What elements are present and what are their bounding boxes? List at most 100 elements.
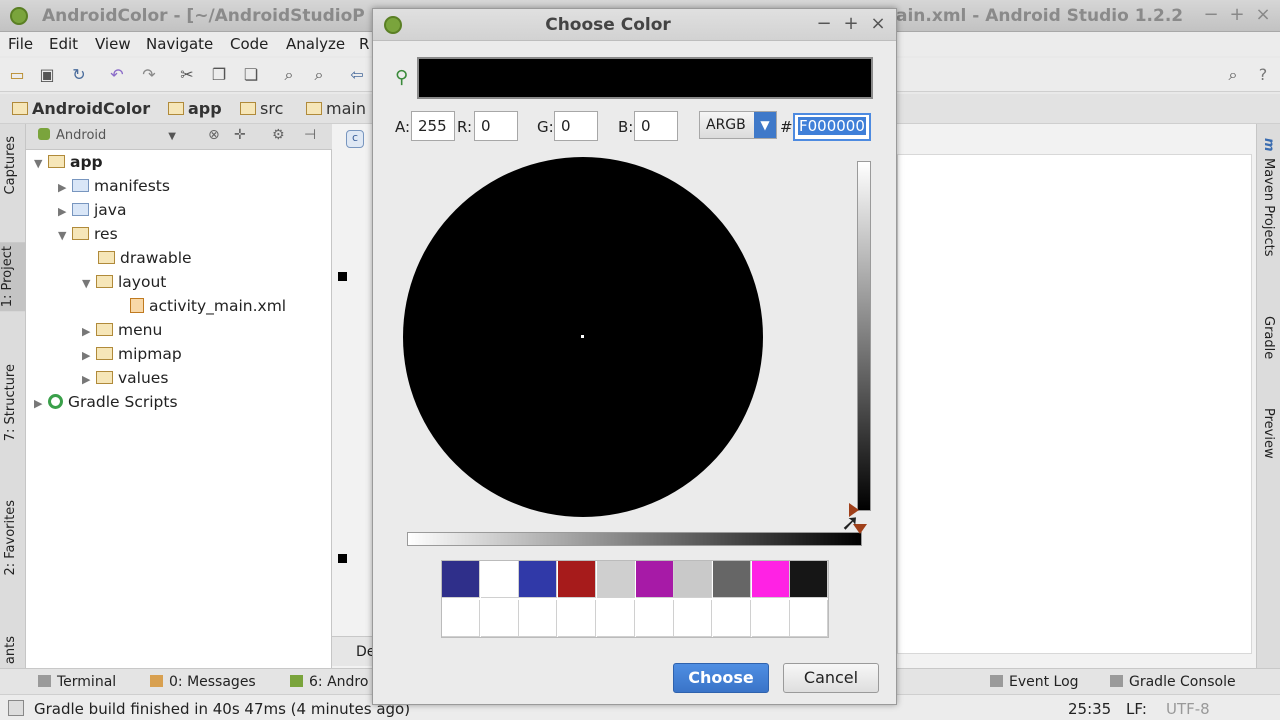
close-icon[interactable]: × <box>1252 4 1274 26</box>
redo-icon[interactable]: ↷ <box>140 66 158 84</box>
color-swatch[interactable] <box>674 561 713 598</box>
event-log-tab[interactable]: Event Log <box>990 674 1079 690</box>
tree-item-menu[interactable]: ▶ menu <box>82 321 162 339</box>
chevron-right-icon[interactable]: ▶ <box>82 373 96 386</box>
chevron-down-icon[interactable]: ▼ <box>754 112 776 138</box>
caret-position[interactable]: 25:35 <box>1068 700 1111 718</box>
undo-icon[interactable]: ↶ <box>108 66 126 84</box>
minimize-icon[interactable]: − <box>1200 4 1222 26</box>
green-field[interactable] <box>554 111 598 141</box>
color-swatch[interactable] <box>712 561 751 598</box>
hide-icon[interactable]: ⊣ <box>304 127 316 143</box>
menu-file[interactable]: File <box>8 35 33 53</box>
gear-icon[interactable]: ⚙ <box>272 127 285 143</box>
brightness-slider[interactable] <box>857 161 871 511</box>
chevron-right-icon[interactable]: ▶ <box>34 397 48 410</box>
color-swatch[interactable] <box>519 599 558 637</box>
color-swatch[interactable] <box>442 599 480 637</box>
tree-item-gradle-scripts[interactable]: ▶ Gradle Scripts <box>34 393 178 411</box>
chevron-right-icon[interactable]: ▶ <box>82 325 96 338</box>
file-encoding[interactable]: UTF-8 <box>1166 700 1210 718</box>
color-swatch[interactable] <box>442 561 480 598</box>
menu-code[interactable]: Code <box>230 35 268 53</box>
tab-structure[interactable]: 7: Structure <box>3 364 18 441</box>
color-swatch[interactable] <box>790 599 829 637</box>
menu-edit[interactable]: Edit <box>49 35 78 53</box>
color-swatch[interactable] <box>519 561 558 598</box>
messages-tab[interactable]: 0: Messages <box>150 674 256 690</box>
cancel-button[interactable]: Cancel <box>783 663 879 693</box>
color-swatch[interactable] <box>790 561 829 598</box>
tree-item-values[interactable]: ▶ values <box>82 369 168 387</box>
menu-analyze[interactable]: Analyze <box>286 35 345 53</box>
color-swatch[interactable] <box>596 561 635 598</box>
chevron-down-icon[interactable]: ▼ <box>82 277 96 290</box>
chevron-right-icon[interactable]: ▶ <box>58 181 72 194</box>
tab-captures[interactable]: Captures <box>3 136 18 194</box>
blue-field[interactable] <box>634 111 678 141</box>
toggle-tool-windows-icon[interactable] <box>8 700 24 716</box>
menu-navigate[interactable]: Navigate <box>146 35 213 53</box>
maximize-icon[interactable]: + <box>1226 4 1248 26</box>
breadcrumb-src[interactable]: src <box>240 99 283 118</box>
red-field[interactable] <box>474 111 518 141</box>
color-swatch[interactable] <box>635 599 674 637</box>
find-icon[interactable]: ⌕ <box>280 66 298 84</box>
breadcrumb-app[interactable]: app <box>168 99 222 118</box>
color-wheel-cursor[interactable] <box>581 335 584 338</box>
maximize-icon[interactable]: + <box>840 13 862 35</box>
chevron-right-icon[interactable]: ▶ <box>82 349 96 362</box>
terminal-tab[interactable]: Terminal <box>38 674 116 690</box>
color-swatch[interactable] <box>596 599 635 637</box>
tree-item-app[interactable]: ▼ app <box>34 153 103 171</box>
gradle-console-tab[interactable]: Gradle Console <box>1110 674 1236 690</box>
tree-item-java[interactable]: ▶ java <box>58 201 126 219</box>
tree-item-layout[interactable]: ▼ layout <box>82 273 166 291</box>
close-icon[interactable]: × <box>867 13 889 35</box>
line-separator[interactable]: LF: <box>1126 700 1147 718</box>
chevron-right-icon[interactable]: ▶ <box>58 205 72 218</box>
cut-icon[interactable]: ✂ <box>178 66 196 84</box>
tab-preview[interactable]: Preview <box>1261 408 1276 459</box>
tab-maven-projects[interactable]: Maven Projects <box>1261 158 1276 257</box>
color-mode-select[interactable]: ARGB ▼ <box>699 111 777 139</box>
dialog-titlebar[interactable]: Choose Color − + × <box>373 9 896 41</box>
search-everywhere-icon[interactable]: ⌕ <box>1224 66 1242 84</box>
opacity-slider[interactable] <box>407 532 862 546</box>
color-swatch[interactable] <box>751 561 790 598</box>
tree-item-mipmap[interactable]: ▶ mipmap <box>82 345 182 363</box>
replace-icon[interactable]: ⌕ <box>310 66 328 84</box>
color-wheel[interactable] <box>403 157 763 517</box>
menu-refactor[interactable]: R <box>359 35 369 53</box>
class-file-icon[interactable]: c <box>346 130 364 148</box>
view-selector[interactable]: Android ▼ <box>38 128 176 143</box>
color-swatch[interactable] <box>751 599 790 637</box>
color-swatch[interactable] <box>558 561 597 598</box>
color-swatch[interactable] <box>480 599 519 637</box>
tab-gradle[interactable]: Gradle <box>1261 316 1276 359</box>
tree-item-drawable[interactable]: drawable <box>98 249 192 267</box>
paste-icon[interactable]: ❏ <box>242 66 260 84</box>
choose-button[interactable]: Choose <box>673 663 769 693</box>
minimize-icon[interactable]: − <box>813 13 835 35</box>
alpha-field[interactable] <box>411 111 455 141</box>
menu-view[interactable]: View <box>95 35 131 53</box>
collapse-all-icon[interactable]: ✛ <box>234 127 246 143</box>
help-icon[interactable]: ? <box>1254 66 1272 84</box>
color-swatch[interactable] <box>558 599 597 637</box>
breadcrumb-project[interactable]: AndroidColor <box>12 99 150 118</box>
open-folder-icon[interactable]: ▭ <box>8 66 26 84</box>
tab-favorites[interactable]: 2: Favorites <box>3 500 18 576</box>
chevron-down-icon[interactable]: ▼ <box>34 157 48 170</box>
chevron-down-icon[interactable]: ▼ <box>58 229 72 242</box>
back-icon[interactable]: ⇦ <box>348 66 366 84</box>
tab-build-variants[interactable]: ants <box>3 636 18 664</box>
color-swatch[interactable] <box>635 561 674 598</box>
eyedropper-icon[interactable]: ⚲ <box>395 67 417 89</box>
copy-icon[interactable]: ❐ <box>210 66 228 84</box>
design-tab[interactable]: De <box>332 636 375 666</box>
tree-item-activity-main-xml[interactable]: activity_main.xml <box>130 297 286 315</box>
hex-field[interactable]: F000000 <box>793 113 871 141</box>
save-icon[interactable]: ▣ <box>38 66 56 84</box>
android-monitor-tab[interactable]: 6: Andro <box>290 674 368 690</box>
